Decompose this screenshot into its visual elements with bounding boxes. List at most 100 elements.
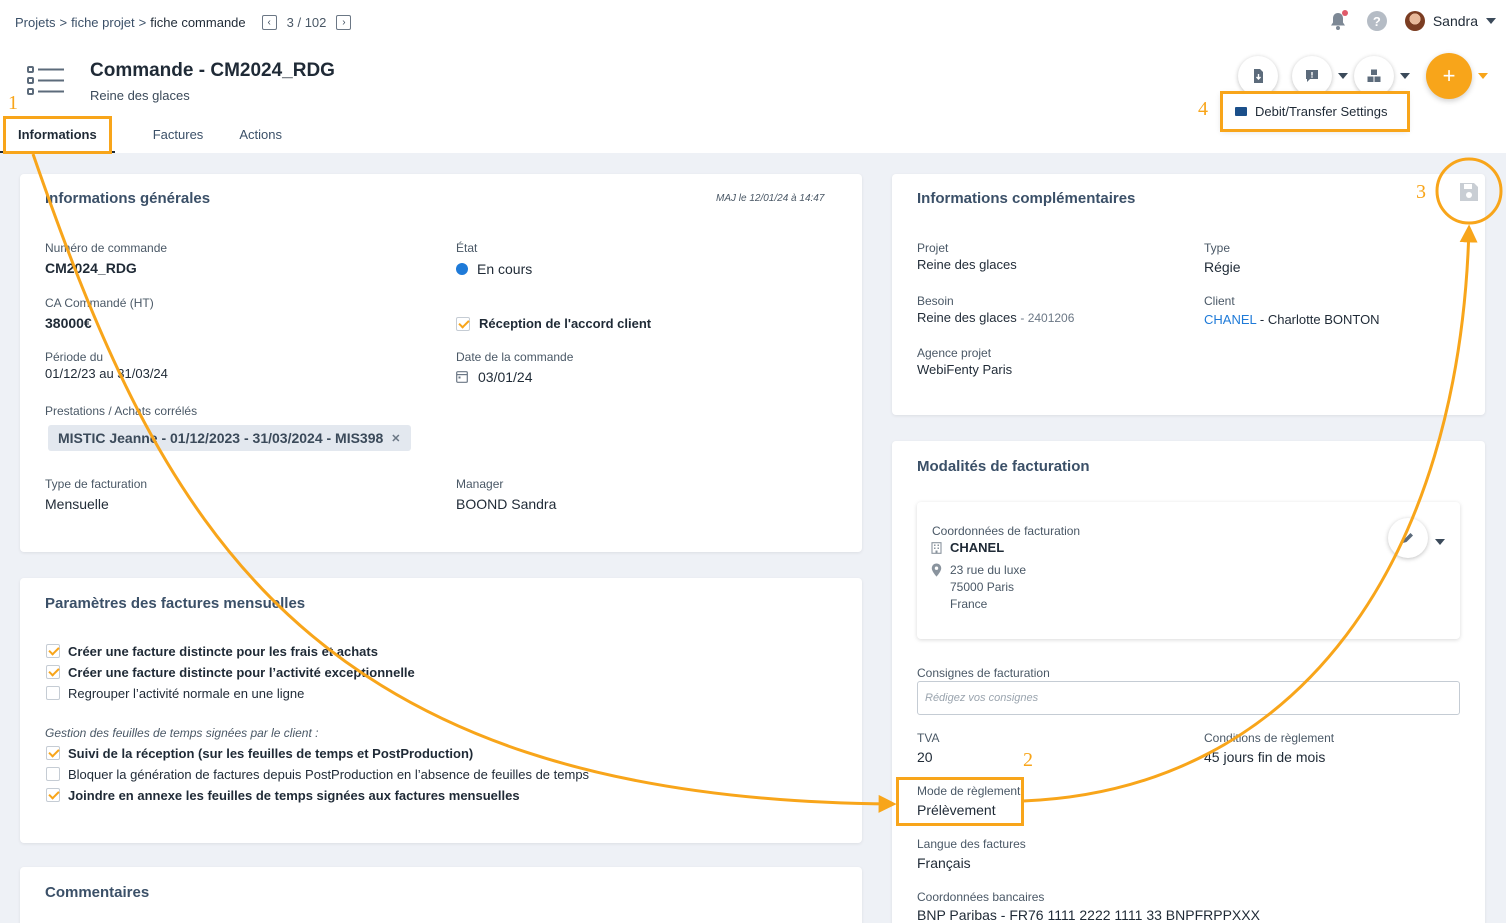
option-label: Regrouper l’activité normale en une lign… — [68, 686, 305, 701]
bank-details-label: Coordonnées bancaires — [917, 890, 1045, 904]
payment-conditions-value: 45 jours fin de mois — [1204, 749, 1326, 765]
general-info-card — [20, 174, 862, 552]
next-record-button[interactable]: › — [336, 15, 352, 30]
last-update: MAJ le 12/01/24 à 14:47 — [716, 193, 825, 204]
client-label: Client — [1204, 294, 1235, 308]
document-download-icon — [1254, 69, 1263, 83]
page-subtitle: Reine des glaces — [90, 88, 190, 103]
top-right-controls: ? Sandra — [1327, 10, 1496, 32]
type-value: Régie — [1204, 259, 1241, 275]
add-menu-chevron-icon[interactable] — [1478, 73, 1488, 79]
save-button[interactable] — [1445, 170, 1493, 214]
location-pin-icon — [931, 563, 942, 577]
notification-dot — [1341, 10, 1348, 16]
building-icon — [931, 542, 942, 554]
floppy-disk-icon — [1460, 183, 1478, 201]
add-button[interactable]: + — [1426, 53, 1472, 99]
instructions-input[interactable]: Rédigez vos consignes — [917, 681, 1460, 715]
agency-label: Agence projet — [917, 346, 992, 360]
option-checkbox[interactable] — [46, 665, 60, 679]
comment-alert-icon — [1306, 70, 1318, 82]
client-contact[interactable]: - Charlotte BONTON — [1260, 312, 1380, 327]
general-info-title: Informations générales — [45, 190, 211, 207]
need-name[interactable]: Reine des glaces — [917, 310, 1017, 325]
remove-chip-icon[interactable]: ✕ — [391, 432, 400, 445]
edit-billing-address-button[interactable] — [1388, 518, 1428, 558]
order-number-value: CM2024_RDG — [45, 260, 137, 276]
need-value: Reine des glaces - 2401206 — [917, 310, 1074, 325]
client-approval-checkbox[interactable] — [456, 317, 470, 331]
annotation-number: 3 — [1416, 181, 1426, 203]
payment-conditions-label: Conditions de règlement — [1204, 731, 1335, 745]
help-icon[interactable]: ? — [1366, 11, 1387, 31]
comments-title: Commentaires — [45, 884, 150, 901]
option-checkbox[interactable] — [46, 644, 60, 658]
status-dot-icon — [456, 263, 468, 275]
timesheet-option-label: Suivi de la réception (sur les feuilles … — [68, 746, 474, 761]
manager-value: BOOND Sandra — [456, 496, 557, 512]
breadcrumb-fiche-projet[interactable]: fiche projet — [71, 15, 135, 30]
prestation-chip-label: MISTIC Jeanne - 01/12/2023 - 31/03/2024 … — [58, 430, 384, 446]
chevron-down-icon — [1486, 18, 1496, 24]
export-document-button[interactable] — [1238, 56, 1278, 96]
prestation-chip[interactable]: MISTIC Jeanne - 01/12/2023 - 31/03/2024 … — [48, 425, 411, 451]
cubes-icon — [1367, 69, 1381, 82]
revenue-value: 38000€ — [45, 315, 92, 331]
timesheet-section-title: Gestion des feuilles de temps signées pa… — [45, 726, 319, 740]
page-title: Commande - CM2024_RDG — [90, 60, 335, 81]
option-checkbox[interactable] — [46, 686, 60, 700]
billing-type-label: Type de facturation — [45, 477, 148, 491]
monthly-invoice-settings-title: Paramètres des factures mensuelles — [45, 595, 306, 612]
client-link[interactable]: CHANEL — [1204, 312, 1256, 327]
vat-label: TVA — [917, 731, 940, 745]
billing-type-value: Mensuelle — [45, 496, 109, 512]
timesheet-option-checkbox[interactable] — [46, 788, 60, 802]
project-value[interactable]: Reine des glaces — [917, 257, 1017, 272]
user-name: Sandra — [1432, 13, 1478, 29]
annotation-number: 4 — [1198, 98, 1208, 120]
breadcrumb-projets[interactable]: Projets — [15, 15, 55, 30]
tab-factures[interactable]: Factures — [135, 118, 222, 153]
complementary-info-card — [892, 174, 1485, 415]
comment-menu-chevron-icon[interactable] — [1338, 73, 1348, 79]
billing-address-menu-chevron-icon[interactable] — [1435, 539, 1445, 545]
billing-company: CHANEL — [950, 540, 1005, 555]
breadcrumb-separator: > — [59, 15, 68, 30]
status-value: En cours — [477, 261, 533, 277]
project-label: Projet — [917, 241, 949, 255]
client-approval-label: Réception de l'accord client — [479, 316, 652, 331]
breadcrumb-fiche-commande: fiche commande — [150, 15, 246, 30]
status-label: État — [456, 241, 478, 255]
timesheet-option-checkbox[interactable] — [46, 767, 60, 781]
pager: ‹ 3 / 102 › — [261, 15, 352, 30]
period-label: Période du — [45, 350, 104, 364]
calendar-icon — [456, 371, 468, 383]
billing-address-label: Coordonnées de facturation — [932, 524, 1081, 538]
timesheet-option-checkbox[interactable] — [46, 746, 60, 760]
tab-actions[interactable]: Actions — [221, 118, 300, 153]
invoice-language-label: Langue des factures — [917, 837, 1026, 851]
comment-button[interactable] — [1292, 56, 1332, 96]
annotation-box-informations — [3, 116, 112, 154]
instructions-label: Consignes de facturation — [917, 666, 1050, 680]
billing-terms-title: Modalités de facturation — [917, 458, 1090, 475]
prestations-label: Prestations / Achats corrélés — [45, 404, 198, 418]
pager-position: 3 / 102 — [286, 15, 327, 30]
type-label: Type — [1204, 241, 1231, 255]
previous-record-button[interactable]: ‹ — [261, 15, 277, 30]
notification-bell-icon[interactable] — [1327, 10, 1349, 32]
annotation-number: 1 — [8, 92, 18, 114]
tools-button[interactable] — [1354, 56, 1394, 96]
annotation-number: 2 — [1023, 749, 1033, 771]
monthly-invoice-settings-card — [20, 578, 862, 843]
breadcrumb: Projets > fiche projet > fiche commande … — [15, 15, 352, 30]
vat-value: 20 — [917, 749, 933, 765]
user-menu[interactable]: Sandra — [1404, 11, 1496, 31]
invoice-language-value: Français — [917, 855, 971, 871]
manager-label: Manager — [456, 477, 504, 491]
order-date-label: Date de la commande — [456, 350, 574, 364]
order-date-value: 03/01/24 — [478, 369, 533, 385]
bank-details-value: BNP Paribas - FR76 1111 2222 1111 33 BNP… — [917, 907, 1260, 923]
address-line: 23 rue du luxe — [950, 563, 1027, 577]
tools-menu-chevron-icon[interactable] — [1400, 73, 1410, 79]
